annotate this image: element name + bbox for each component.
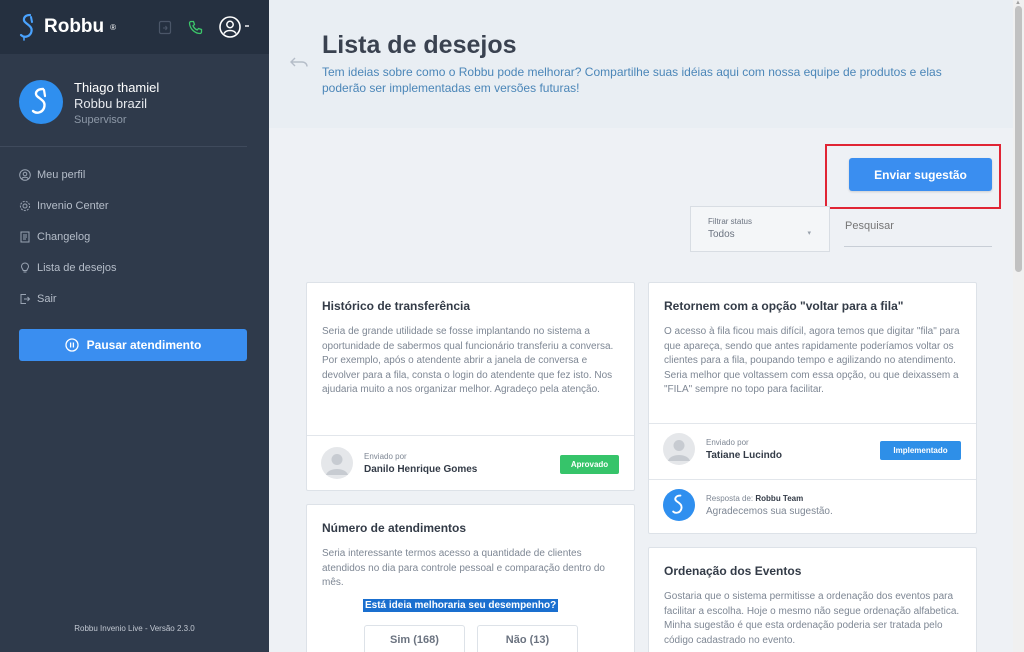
card-sender: Enviado por Tatiane Lucindo [663,433,782,465]
sidebar: Robbu ® Thiago thamiel Robbu brazil Super… [0,0,269,652]
card-sender: Enviado por Danilo Henrique Gomes [321,447,477,479]
sidebar-item-label: Invenio Center [37,199,109,212]
suggestion-card: Histórico de transferência Seria de gran… [306,282,635,491]
vote-yes-button[interactable]: Sim (168) [364,625,465,652]
status-badge: Implementado [880,441,961,460]
scrollbar-thumb[interactable] [1015,6,1022,272]
topbar-icons [158,15,251,39]
status-badge: Aprovado [560,455,619,474]
version-text: Robbu Invenio Live - Versão 2.3.0 [74,624,195,633]
profile-info: Thiago thamiel Robbu brazil Supervisor [74,80,159,128]
card-body: Número de atendimentos Seria interessant… [307,505,634,591]
card-text: O acesso à fila ficou mais difícil, agor… [664,326,960,395]
main-content: Lista de desejos Tem ideias sobre como o… [269,0,1013,652]
page-title: Lista de desejos [322,31,517,59]
sent-by-label: Enviado por [364,451,407,461]
brand-registered-mark: ® [110,22,117,32]
suggestion-card: Retornem com a opção "voltar para a fila… [648,282,977,534]
pause-icon [64,338,79,352]
document-icon [20,231,30,242]
reply-label: Resposta de: [706,493,754,503]
sidebar-item-invenio-center[interactable]: Invenio Center [0,190,269,221]
user-circle-icon [219,16,249,38]
robbu-avatar [663,489,695,521]
card-title: Retornem com a opção "voltar para a fila… [664,299,904,313]
pause-attendance-button[interactable]: Pausar atendimento [19,329,247,361]
transfer-icon[interactable] [158,20,172,35]
card-body: Ordenação dos Eventos Gostaria que o sis… [649,548,976,648]
brand-logo[interactable]: Robbu ® [18,13,116,41]
brand-name: Robbu [44,16,105,37]
user-icon [19,168,31,181]
card-divider [649,479,976,480]
sidebar-item-sair[interactable]: Sair [0,283,269,314]
account-menu[interactable] [219,15,251,39]
send-suggestion-button[interactable]: Enviar sugestão [849,158,992,191]
phone-icon[interactable] [188,20,203,35]
robbu-logo-icon [19,13,33,41]
page-header: Lista de desejos Tem ideias sobre como o… [269,0,1013,128]
chevron-down-icon: ▾ [807,230,811,237]
pause-button-label: Pausar atendimento [86,338,202,352]
page-scrollbar[interactable]: ▲ [1013,0,1024,652]
user-role: Supervisor [74,114,127,126]
page-subtitle: Tem ideias sobre como o Robbu pode melho… [322,65,942,95]
search-input[interactable] [844,206,992,247]
card-title: Histórico de transferência [322,299,471,313]
user-company: Robbu brazil [74,96,147,111]
sidebar-nav: Meu perfil Invenio Center Changelog List… [0,147,269,314]
user-name: Thiago thamiel [74,80,160,95]
card-text: Seria de grande utilidade se fosse impla… [322,326,614,395]
suggestion-card: Ordenação dos Eventos Gostaria que o sis… [648,547,977,652]
lightbulb-icon [20,261,30,272]
card-title: Ordenação dos Eventos [664,564,802,578]
sender-name: Tatiane Lucindo [706,449,782,461]
sidebar-item-label: Lista de desejos [37,261,117,274]
back-arrow-icon[interactable] [289,56,309,70]
sidebar-item-label: Meu perfil [37,168,86,181]
reply-text: Agradecemos sua sugestão. [706,505,833,517]
card-divider [307,435,634,436]
avatar [663,433,695,465]
card-reply: Resposta de: Robbu Team Agradecemos sua … [663,489,833,521]
logout-icon [20,293,31,304]
card-body: Retornem com a opção "voltar para a fila… [649,283,976,398]
sender-info: Enviado por Danilo Henrique Gomes [364,452,477,475]
sidebar-item-changelog[interactable]: Changelog [0,221,269,252]
poll-question: Está ideia melhoraria seu desempenho? [363,599,559,612]
sent-by-label: Enviado por [706,437,749,447]
sidebar-item-meu-perfil[interactable]: Meu perfil [0,159,269,190]
avatar [321,447,353,479]
gear-icon [19,200,31,211]
sender-name: Danilo Henrique Gomes [364,463,478,475]
card-divider [649,423,976,424]
reply-header: Resposta de: Robbu Team [706,494,833,503]
avatar[interactable] [19,80,63,124]
card-text: Gostaria que o sistema permitisse a orde… [664,591,960,646]
status-filter-select[interactable]: Filtrar status Todos ▾ [690,206,830,252]
reply-info: Resposta de: Robbu Team Agradecemos sua … [706,494,833,517]
sidebar-item-lista-de-desejos[interactable]: Lista de desejos [0,252,269,283]
card-title: Número de atendimentos [322,521,467,535]
suggestion-card: Número de atendimentos Seria interessant… [306,504,635,652]
filter-label: Filtrar status [708,217,753,226]
sidebar-topbar: Robbu ® [0,0,269,54]
sidebar-item-label: Changelog [37,230,91,243]
reply-author: Robbu Team [755,493,804,503]
card-body: Histórico de transferência Seria de gran… [307,283,634,398]
vote-no-button[interactable]: Não (13) [477,625,578,652]
card-text: Seria interessante termos acesso a quant… [322,548,605,588]
user-profile: Thiago thamiel Robbu brazil Supervisor [0,54,247,147]
sender-info: Enviado por Tatiane Lucindo [706,438,782,461]
sidebar-item-label: Sair [37,292,57,305]
